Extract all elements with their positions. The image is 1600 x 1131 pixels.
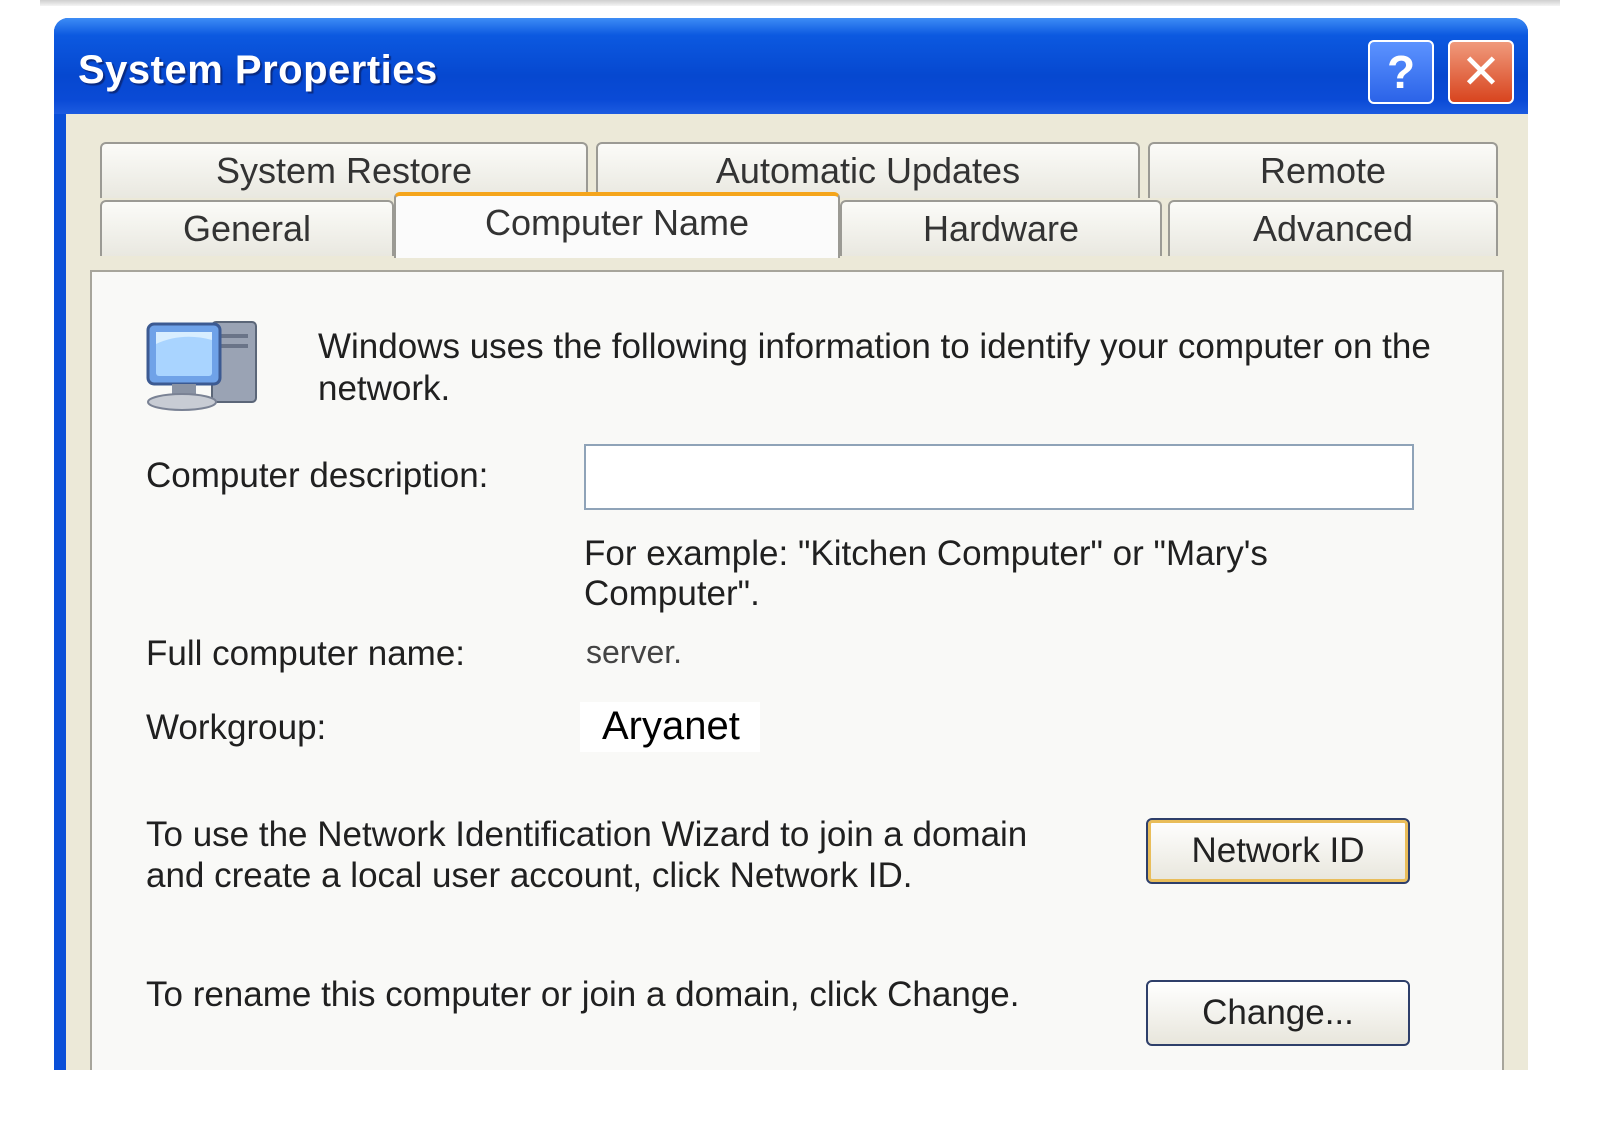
full-computer-name-label: Full computer name:	[146, 634, 466, 673]
tab-system-restore[interactable]: System Restore	[100, 142, 588, 198]
computer-description-label: Computer description:	[146, 456, 489, 495]
tab-automatic-updates[interactable]: Automatic Updates	[596, 142, 1140, 198]
tab-remote[interactable]: Remote	[1148, 142, 1498, 198]
tab-general[interactable]: General	[100, 200, 394, 256]
computer-name-panel: Windows uses the following information t…	[90, 270, 1504, 1070]
window-title: System Properties	[78, 48, 438, 92]
background-strip	[40, 0, 1560, 6]
full-computer-name-value: server.	[586, 634, 683, 670]
tab-advanced[interactable]: Advanced	[1168, 200, 1498, 256]
workgroup-label: Workgroup:	[146, 708, 327, 747]
description-example-text: For example: "Kitchen Computer" or "Mary…	[584, 534, 1268, 613]
close-icon[interactable]: ✕	[1448, 40, 1514, 104]
network-id-button[interactable]: Network ID	[1146, 818, 1410, 884]
computer-description-input[interactable]	[584, 444, 1414, 510]
tab-computer-name[interactable]: Computer Name	[394, 192, 840, 258]
computer-icon	[146, 321, 257, 411]
workgroup-value-box: Aryanet	[580, 702, 760, 752]
dialog-client-area: System Restore Automatic Updates Remote …	[66, 114, 1528, 1070]
network-id-instructions: To use the Network Identification Wizard…	[146, 815, 1028, 895]
intro-text: Windows uses the following information t…	[318, 327, 1431, 408]
help-icon[interactable]: ?	[1368, 40, 1434, 104]
system-properties-window: System Properties ? ✕ System Restore Aut…	[54, 18, 1528, 1070]
workgroup-value: Aryanet	[602, 704, 740, 748]
rename-instructions: To rename this computer or join a domain…	[146, 975, 1020, 1014]
title-bar[interactable]: System Properties ? ✕	[54, 18, 1528, 114]
tab-hardware[interactable]: Hardware	[840, 200, 1162, 256]
change-button[interactable]: Change...	[1146, 980, 1410, 1046]
